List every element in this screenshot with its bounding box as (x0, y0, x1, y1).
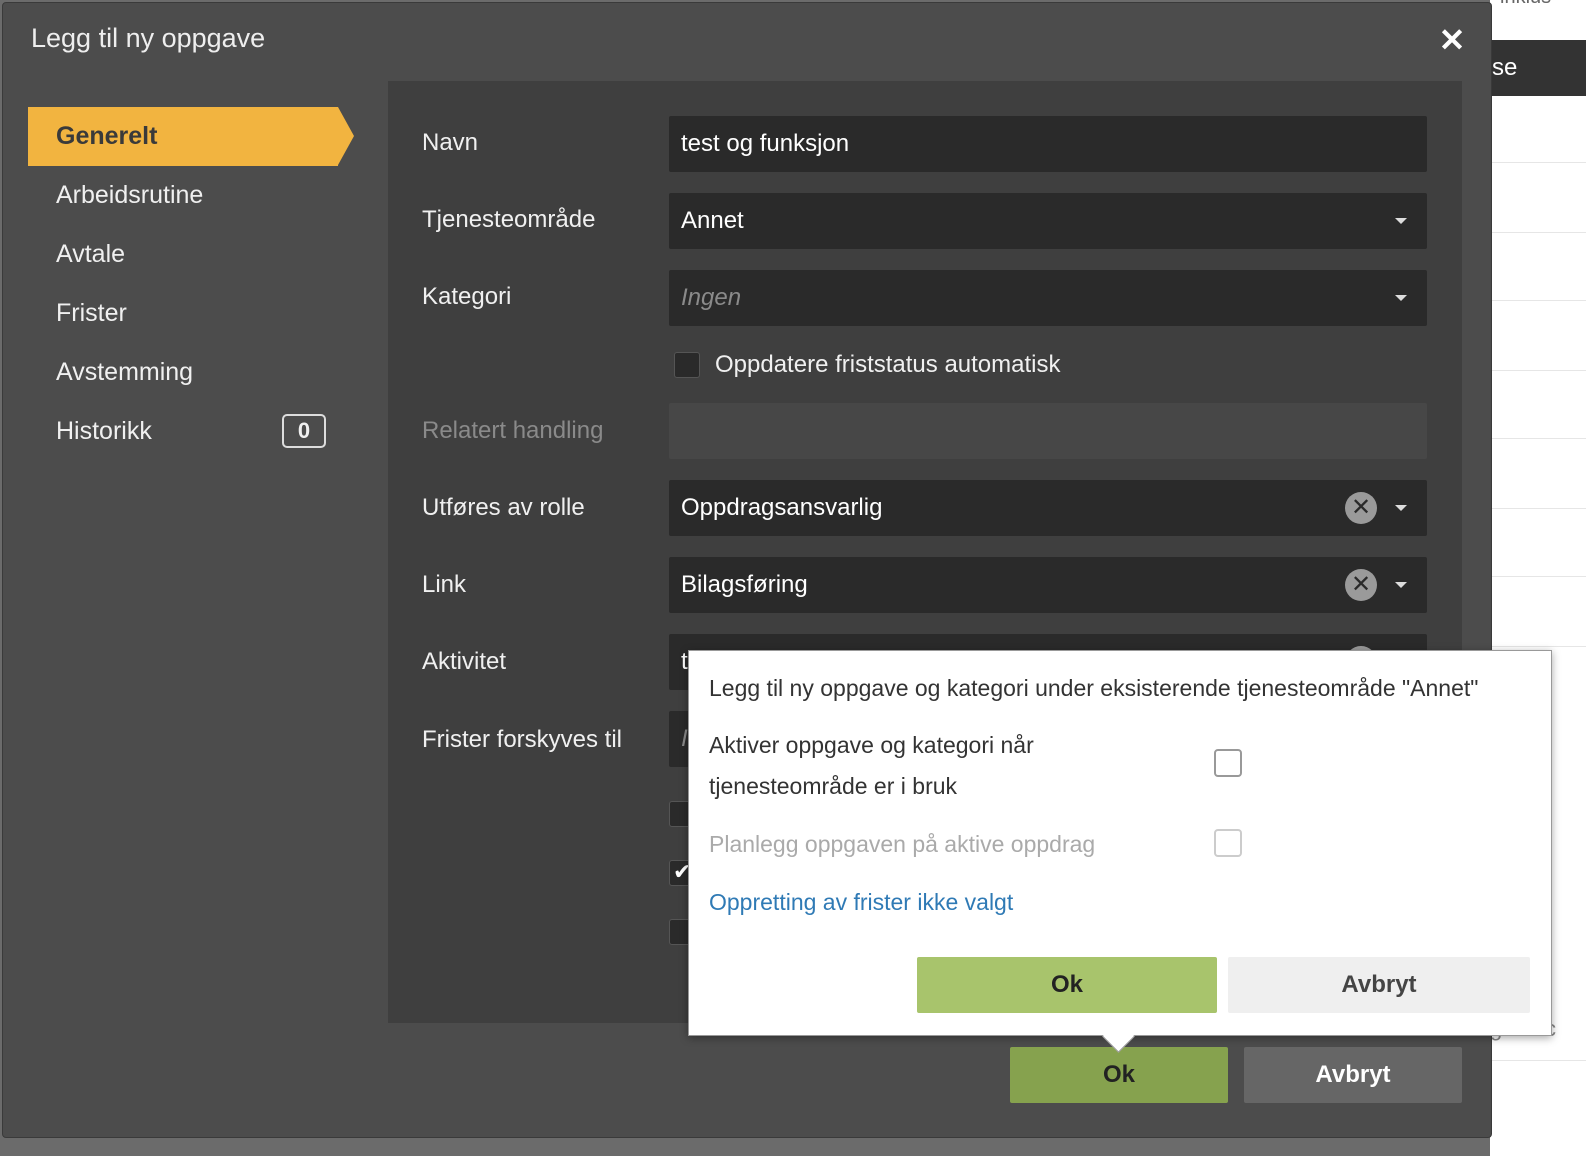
frister-placeholder: I (681, 725, 688, 752)
aktiver-label-line1: Aktiver oppgave og kategori når (709, 732, 1034, 758)
sidebar-nav: Generelt Arbeidsrutine Avtale Frister Av… (28, 107, 358, 461)
tjenesteomrade-label: Tjenesteområde (422, 206, 596, 233)
oppdatere-checkbox[interactable] (674, 352, 700, 378)
utfores-select[interactable]: Oppdragsansvarlig ✕ (669, 480, 1427, 536)
utfores-label: Utføres av rolle (422, 494, 585, 521)
background-table-header: se (1490, 40, 1586, 96)
clear-icon[interactable]: ✕ (1345, 569, 1377, 601)
kategori-select[interactable]: Ingen (669, 270, 1427, 326)
utfores-value: Oppdragsansvarlig (681, 494, 883, 521)
close-icon[interactable]: ✕ (1435, 23, 1469, 57)
background-row-divider (1490, 370, 1586, 371)
sidebar-item-frister[interactable]: Frister (28, 284, 358, 343)
aktiver-checkbox[interactable] (1214, 749, 1242, 777)
background-row-divider (1490, 162, 1586, 163)
relatert-label: Relatert handling (422, 417, 604, 444)
planlegg-label: Planlegg oppgaven på aktive oppdrag (709, 831, 1096, 857)
aktivitet-label: Aktivitet (422, 648, 507, 675)
popover-ok-button[interactable]: Ok (917, 957, 1217, 1013)
aktiver-label-line2: tjenesteområde er i bruk (709, 773, 958, 799)
dialog-title: Legg til ny oppgave (31, 23, 266, 53)
chevron-down-icon (1395, 295, 1407, 301)
background-row-divider (1490, 576, 1586, 577)
sidebar-item-arbeidsrutine[interactable]: Arbeidsrutine (28, 166, 358, 225)
link-select[interactable]: Bilagsføring ✕ (669, 557, 1427, 613)
aktivitet-value: t (681, 648, 688, 675)
background-row-divider (1490, 300, 1586, 301)
chevron-down-icon (1395, 582, 1407, 588)
chevron-down-icon (1395, 505, 1407, 511)
link-value: Bilagsføring (681, 571, 808, 598)
popover-title: Legg til ny oppgave og kategori under ek… (709, 675, 1479, 701)
oppdatere-label: Oppdatere friststatus automatisk (715, 351, 1061, 378)
ok-button[interactable]: Ok (1010, 1047, 1228, 1103)
confirm-popover: Legg til ny oppgave og kategori under ek… (688, 650, 1552, 1036)
background-top-fragment: inklus (1500, 0, 1551, 9)
background-row-divider (1490, 508, 1586, 509)
count-badge: 0 (282, 414, 326, 448)
cancel-button[interactable]: Avbryt (1244, 1047, 1462, 1103)
navn-input[interactable]: test og funksjon (669, 116, 1427, 172)
navn-label: Navn (422, 129, 479, 156)
background-row-divider (1490, 1060, 1586, 1061)
sidebar-item-label: Historikk (56, 417, 152, 445)
background-row-divider (1490, 438, 1586, 439)
background-row-divider (1490, 232, 1586, 233)
sidebar-item-avtale[interactable]: Avtale (28, 225, 358, 284)
tjenesteomrade-select[interactable]: Annet (669, 193, 1427, 249)
sidebar-item-generelt[interactable]: Generelt (28, 107, 354, 166)
kategori-placeholder: Ingen (681, 284, 742, 311)
chevron-down-icon (1395, 218, 1407, 224)
relatert-input[interactable] (669, 403, 1427, 459)
tjenesteomrade-value: Annet (681, 207, 744, 234)
sidebar-item-avstemming[interactable]: Avstemming (28, 343, 358, 402)
background-row-divider (1490, 646, 1586, 647)
sidebar-item-historikk[interactable]: Historikk 0 (28, 402, 358, 461)
popover-cancel-button[interactable]: Avbryt (1228, 957, 1530, 1013)
clear-icon[interactable]: ✕ (1345, 492, 1377, 524)
planlegg-checkbox[interactable] (1214, 829, 1242, 857)
frister-label: Frister forskyves til (422, 726, 623, 753)
oppretting-frister-link[interactable]: Oppretting av frister ikke valgt (709, 889, 1013, 916)
link-label: Link (422, 571, 467, 598)
kategori-label: Kategori (422, 283, 512, 310)
